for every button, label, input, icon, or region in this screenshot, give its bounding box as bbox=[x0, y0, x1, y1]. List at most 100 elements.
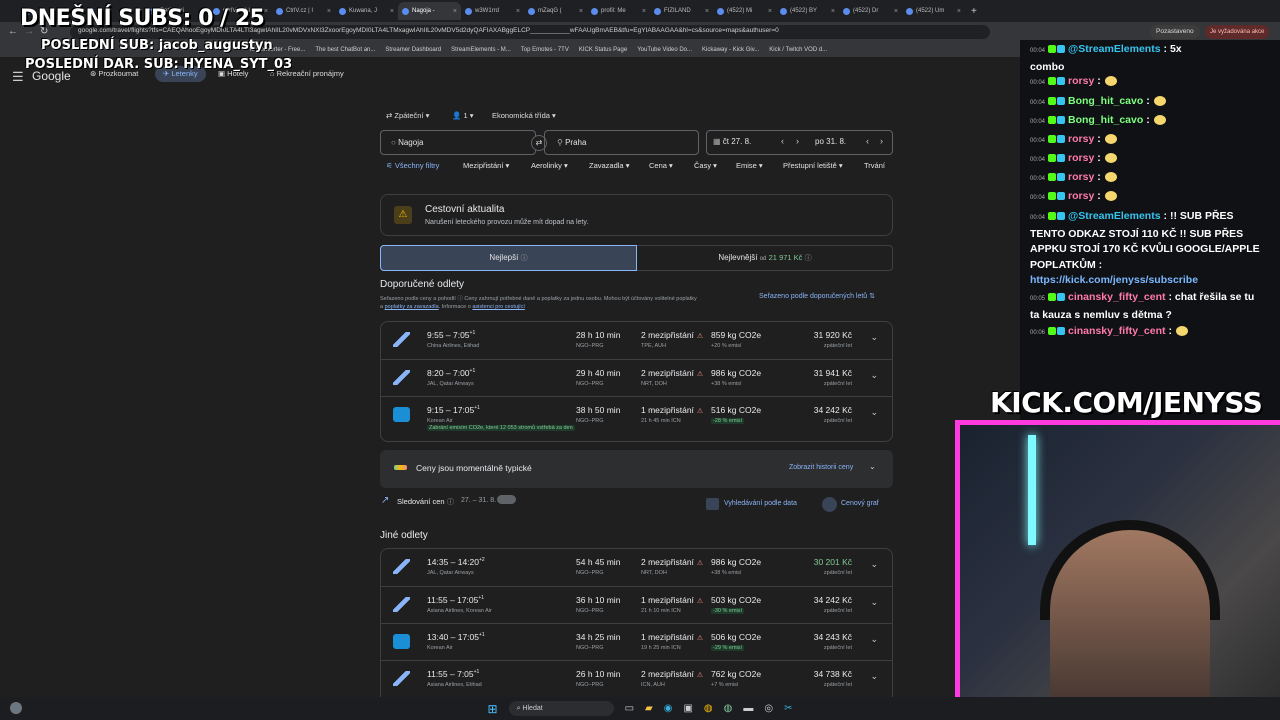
flight-row[interactable]: 9:55 – 7:05+1 China Airlines, Etihad 28 h … bbox=[381, 322, 893, 359]
tab-best[interactable]: Nejlepší ⓘ bbox=[380, 245, 637, 271]
depart-next-icon[interactable]: › bbox=[796, 136, 799, 146]
tab-cheapest[interactable]: Nejlevnější od 21 971 Kč ⓘ bbox=[637, 245, 893, 271]
price-insight-bar[interactable]: Ceny jsou momentálně typické Zobrazit hi… bbox=[380, 450, 893, 488]
close-icon[interactable]: × bbox=[642, 8, 646, 15]
price-tracking-toggle[interactable] bbox=[497, 495, 516, 504]
chat-username[interactable]: rorsy bbox=[1068, 75, 1094, 87]
browser-tab[interactable]: w3W1rrd × bbox=[461, 2, 524, 20]
close-icon[interactable]: × bbox=[831, 8, 835, 15]
return-prev-icon[interactable]: ‹ bbox=[866, 136, 869, 146]
bookmark-item[interactable]: StreamElements - M... bbox=[451, 47, 511, 53]
new-tab-icon[interactable]: + bbox=[971, 6, 977, 17]
close-icon[interactable]: × bbox=[264, 8, 268, 15]
price-history-link[interactable]: Zobrazit historii ceny bbox=[789, 464, 853, 471]
close-icon[interactable]: × bbox=[579, 8, 583, 15]
bookmark-item[interactable]: Streamer Dashboard bbox=[385, 47, 441, 53]
filter-emissions[interactable]: Emise ▾ bbox=[736, 161, 763, 175]
close-icon[interactable]: × bbox=[327, 8, 331, 15]
browser-tab[interactable]: (4522) Um × bbox=[902, 2, 965, 20]
browser-tab[interactable]: mZaqG (× bbox=[524, 2, 587, 20]
flight-row[interactable]: 9:15 – 17:05+1 Korean Air 38 h 50 min NGO–P… bbox=[381, 396, 893, 433]
chevron-down-icon[interactable]: ⌄ bbox=[870, 671, 878, 682]
filter-stops[interactable]: Mezipřistání ▾ bbox=[463, 161, 509, 175]
task-view-icon[interactable]: ▭ bbox=[625, 703, 634, 714]
chevron-down-icon[interactable]: ⌄ bbox=[870, 370, 878, 381]
filter-airlines[interactable]: Aerolinky ▾ bbox=[531, 161, 568, 175]
chevron-down-icon[interactable]: ⌄ bbox=[869, 462, 876, 471]
close-icon[interactable]: × bbox=[768, 8, 772, 15]
obs-icon[interactable]: ◎ bbox=[764, 703, 773, 714]
windows-start-icon[interactable]: ⊞ bbox=[488, 702, 498, 716]
store-icon[interactable]: ▣ bbox=[683, 703, 692, 714]
chevron-down-icon[interactable]: ⌄ bbox=[870, 332, 878, 343]
chat-username[interactable]: Bong_hit_cavo bbox=[1068, 95, 1143, 107]
browser-tab[interactable]: (4522) BY × bbox=[776, 2, 839, 20]
snipping-icon[interactable]: ✂ bbox=[784, 703, 792, 714]
widgets-icon[interactable] bbox=[10, 702, 22, 714]
bookmark-item[interactable]: The best ChatBot an... bbox=[315, 47, 375, 53]
profile-chip[interactable]: Pozastaveno bbox=[1150, 25, 1200, 39]
update-chip[interactable]: Je vyžadována akce bbox=[1205, 25, 1270, 39]
return-date-field[interactable]: po 31. 8. bbox=[815, 137, 846, 146]
close-icon[interactable]: × bbox=[957, 8, 961, 15]
close-icon[interactable]: × bbox=[516, 8, 520, 15]
taskbar-search[interactable]: ⌕ Hledat bbox=[508, 701, 614, 716]
depart-date-field[interactable]: ▦ čt 27. 8. bbox=[713, 137, 751, 146]
filter-price[interactable]: Cena ▾ bbox=[649, 161, 673, 175]
browser-tab[interactable]: profil: Me × bbox=[587, 2, 650, 20]
chrome-dev-icon[interactable]: ◍ bbox=[724, 703, 733, 714]
browser-tab[interactable]: (4522) Mi × bbox=[713, 2, 776, 20]
chat-username[interactable]: @StreamElements bbox=[1068, 43, 1161, 55]
back-icon[interactable]: ← bbox=[8, 26, 18, 37]
close-icon[interactable]: × bbox=[705, 8, 709, 15]
browser-tab[interactable]: FIZILAND × bbox=[650, 2, 713, 20]
filter-times[interactable]: Časy ▾ bbox=[694, 161, 717, 175]
depart-prev-icon[interactable]: ‹ bbox=[781, 136, 784, 146]
trip-type-select[interactable]: ⇄ Zpáteční ▾ bbox=[386, 111, 429, 120]
flight-row[interactable]: 8:20 – 7:00+1 JAL, Qatar Airways 29 h 40 m… bbox=[381, 359, 893, 396]
sort-button[interactable]: Seřazeno podle doporučených letů ⇅ bbox=[759, 292, 875, 300]
close-icon[interactable]: × bbox=[453, 8, 457, 15]
edge-icon[interactable]: ◉ bbox=[664, 703, 673, 714]
browser-tab[interactable]: (4522) Dr × bbox=[839, 2, 902, 20]
passengers-select[interactable]: 👤 1 ▾ bbox=[452, 111, 473, 120]
browser-tab[interactable]: Nagoja - × bbox=[398, 2, 461, 20]
chevron-down-icon[interactable]: ⌄ bbox=[870, 559, 878, 570]
flight-row[interactable]: 11:55 – 17:05+1 Asiana Airlines, Korean A… bbox=[381, 586, 892, 623]
flight-row[interactable]: 14:35 – 14:20+2 JAL, Qatar Airways 54 h 45… bbox=[381, 549, 892, 586]
chrome-icon[interactable]: ◍ bbox=[704, 703, 713, 714]
bookmark-item[interactable]: Kick / Twitch VOD d... bbox=[769, 47, 827, 53]
chat-username[interactable]: @StreamElements bbox=[1068, 210, 1161, 222]
browser-tab[interactable]: Kuwana, J × bbox=[335, 2, 398, 20]
terminal-icon[interactable]: ▬ bbox=[743, 703, 753, 714]
bookmark-item[interactable]: YouTube Video Do... bbox=[637, 47, 692, 53]
chevron-down-icon[interactable]: ⌄ bbox=[870, 407, 878, 418]
chat-username[interactable]: rorsy bbox=[1068, 152, 1094, 164]
browser-tab[interactable]: CtrlV.cz | I × bbox=[272, 2, 335, 20]
filter-connecting-airports[interactable]: Přestupní letiště ▾ bbox=[783, 161, 843, 175]
file-explorer-icon[interactable]: ▰ bbox=[645, 703, 653, 714]
chat-username[interactable]: Bong_hit_cavo bbox=[1068, 114, 1143, 126]
date-grid-button[interactable]: Vyhledávání podle data bbox=[724, 500, 797, 507]
close-icon[interactable]: × bbox=[390, 8, 394, 15]
passenger-assistance-link[interactable]: asistenci pro cestující bbox=[472, 304, 525, 310]
chat-username[interactable]: cinansky_fifty_cent bbox=[1068, 291, 1165, 303]
chevron-down-icon[interactable]: ⌄ bbox=[870, 597, 878, 608]
destination-field[interactable]: ⚲ Praha bbox=[544, 130, 699, 155]
bag-fees-link[interactable]: poplatky za zavazadla bbox=[385, 304, 439, 310]
chat-username[interactable]: rorsy bbox=[1068, 171, 1094, 183]
chat-username[interactable]: rorsy bbox=[1068, 133, 1094, 145]
flight-row[interactable]: 13:40 – 17:05+1 Korean Air 34 h 25 min NGO–… bbox=[381, 623, 892, 660]
filter-all[interactable]: ⚟ Všechny filtry bbox=[386, 161, 439, 175]
filter-bags[interactable]: Zavazadla ▾ bbox=[589, 161, 629, 175]
origin-field[interactable]: ○ Nagoja bbox=[380, 130, 536, 155]
bookmark-item[interactable]: KICK Status Page bbox=[579, 47, 627, 53]
close-icon[interactable]: × bbox=[894, 8, 898, 15]
price-graph-button[interactable]: Cenový graf bbox=[841, 500, 879, 507]
bookmark-item[interactable]: Kickaway - Kick Giv... bbox=[702, 47, 759, 53]
chevron-down-icon[interactable]: ⌄ bbox=[870, 634, 878, 645]
chat-link[interactable]: https://kick.com/jenyss/subscribe bbox=[1030, 273, 1260, 289]
flight-row[interactable]: 11:55 – 7:05+1 Asiana Airlines, Etihad 26 … bbox=[381, 660, 892, 697]
chat-username[interactable]: rorsy bbox=[1068, 190, 1094, 202]
menu-icon[interactable]: ☰ bbox=[12, 69, 24, 85]
